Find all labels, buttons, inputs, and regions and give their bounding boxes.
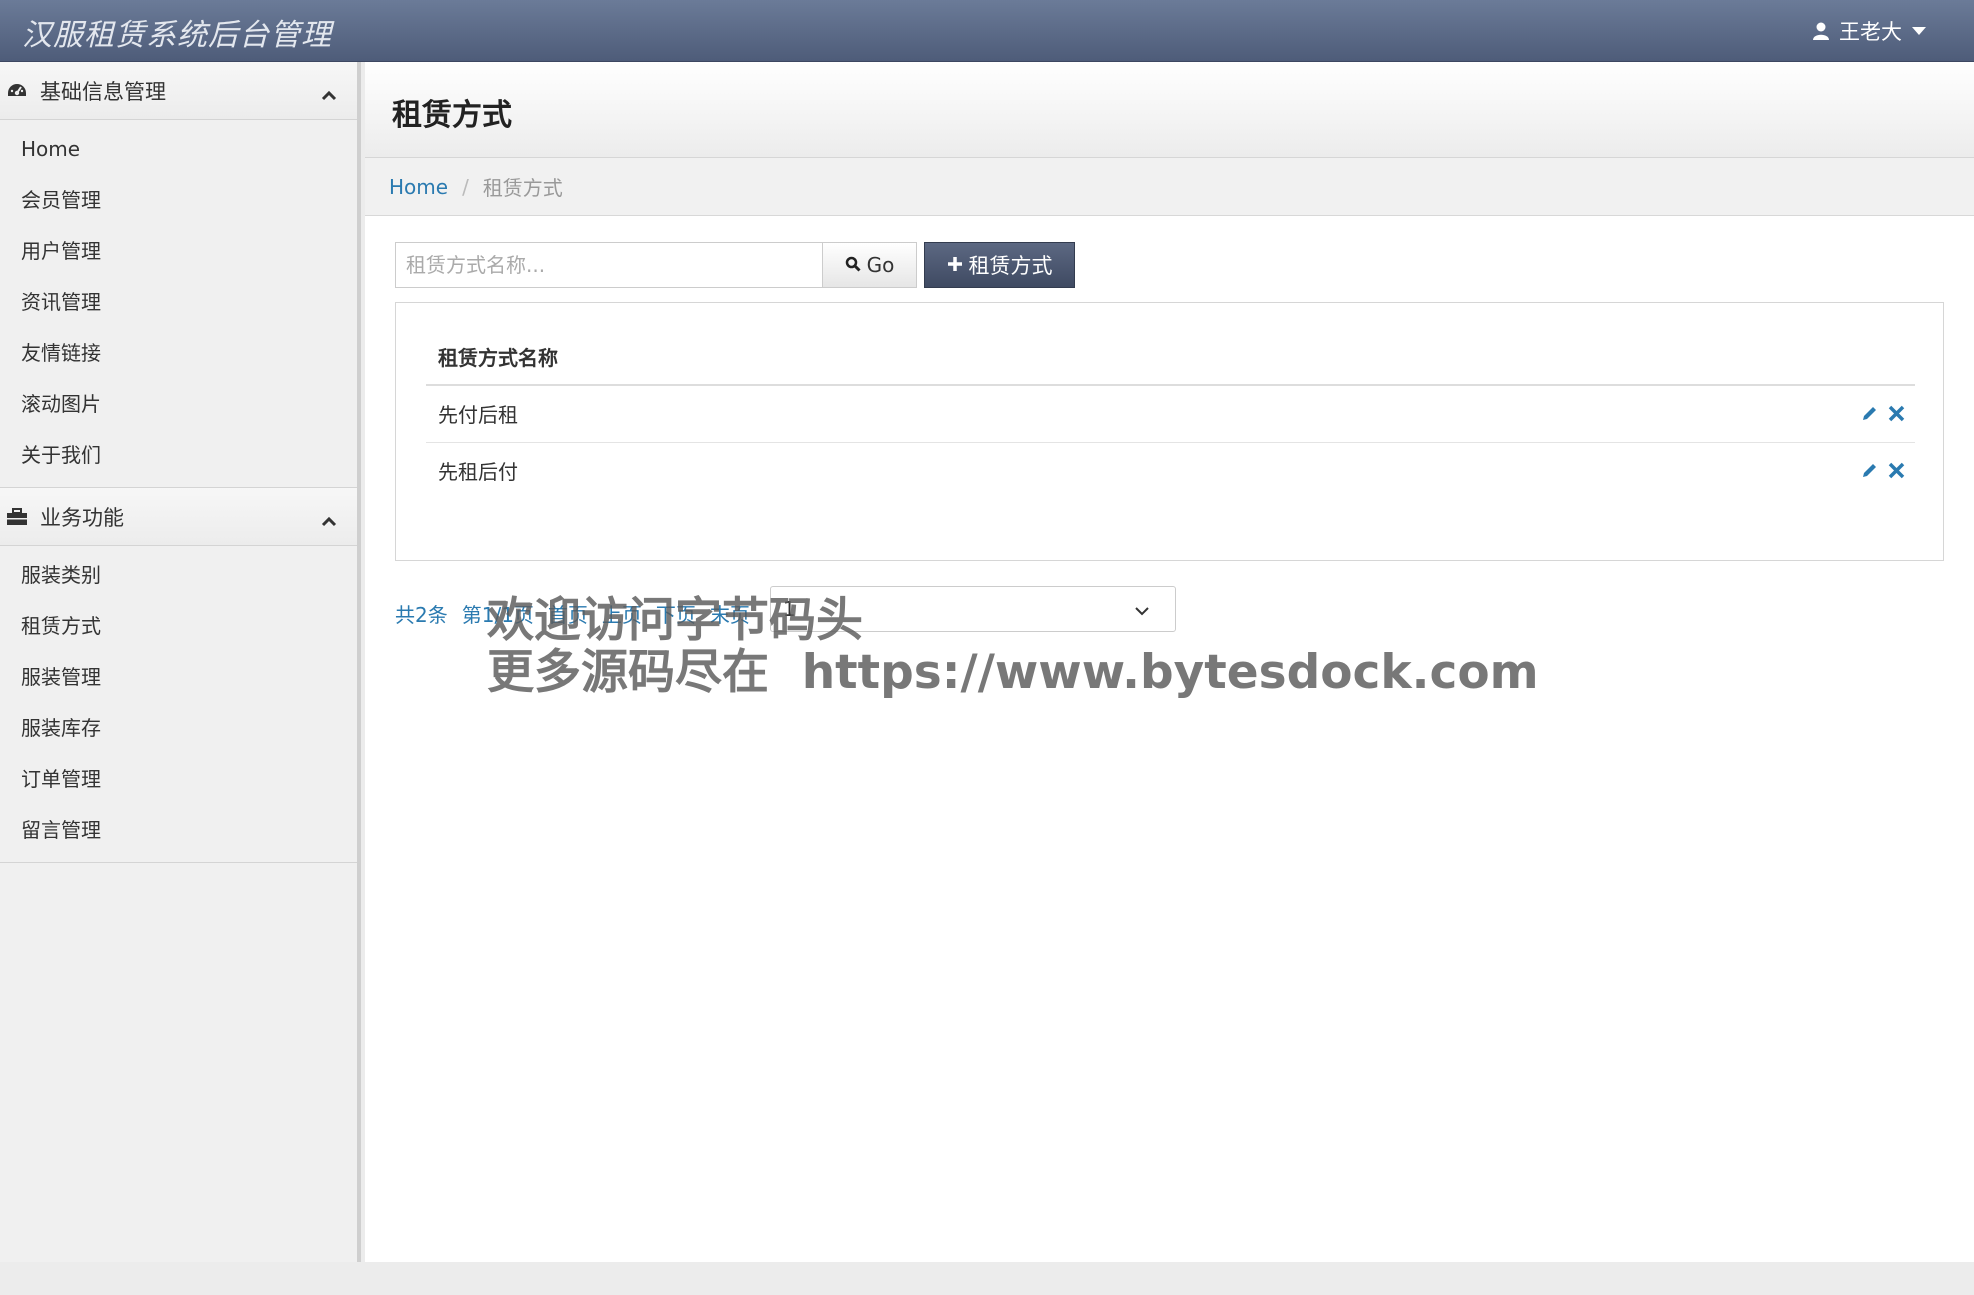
column-header-actions bbox=[1397, 328, 1915, 386]
breadcrumb-separator: / bbox=[462, 174, 469, 199]
table-row: 先租后付 bbox=[426, 442, 1915, 499]
sidebar-item-messages[interactable]: 留言管理 bbox=[0, 805, 357, 856]
sidebar-group-basic-info-items: Home 会员管理 用户管理 资讯管理 友情链接 滚动图片 关于我们 bbox=[0, 120, 357, 488]
sidebar-group-title: 业务功能 bbox=[40, 505, 124, 530]
sidebar-item-orders[interactable]: 订单管理 bbox=[0, 754, 357, 805]
row-name: 先付后租 bbox=[426, 385, 1398, 443]
sidebar-group-basic-info[interactable]: 基础信息管理 bbox=[0, 62, 357, 120]
rental-method-table: 租赁方式名称 先付后租 先租后付 bbox=[426, 328, 1915, 499]
row-actions bbox=[1397, 385, 1915, 443]
page-title: 租赁方式 bbox=[392, 98, 512, 133]
edit-icon[interactable] bbox=[1861, 403, 1878, 427]
row-actions bbox=[1397, 442, 1915, 499]
sidebar-group-title: 基础信息管理 bbox=[40, 79, 166, 104]
delete-icon[interactable] bbox=[1888, 460, 1905, 484]
sidebar-item-links[interactable]: 友情链接 bbox=[0, 328, 357, 379]
sidebar-item-members[interactable]: 会员管理 bbox=[0, 175, 357, 226]
search-toolbar: Go 租赁方式 bbox=[395, 242, 1075, 288]
search-icon bbox=[845, 253, 861, 277]
add-button-label: 租赁方式 bbox=[968, 254, 1053, 278]
search-go-button[interactable]: Go bbox=[822, 242, 917, 288]
sidebar-item-carousel[interactable]: 滚动图片 bbox=[0, 379, 357, 430]
user-icon bbox=[1813, 22, 1829, 40]
chevron-up-icon[interactable] bbox=[321, 82, 337, 106]
pager-page-info: 第1/1页 bbox=[461, 602, 534, 627]
table-panel: 租赁方式名称 先付后租 先租后付 bbox=[395, 302, 1944, 561]
chevron-down-icon bbox=[1135, 597, 1149, 621]
user-menu[interactable]: 王老大 bbox=[1813, 16, 1926, 46]
plus-icon bbox=[947, 253, 963, 277]
dashboard-icon bbox=[6, 80, 28, 102]
top-navbar: 汉服租赁系统后台管理 王老大 bbox=[0, 0, 1974, 62]
app-brand[interactable]: 汉服租赁系统后台管理 bbox=[22, 10, 332, 54]
bottom-strip bbox=[0, 1262, 1974, 1295]
pager-prev-link[interactable]: 上页 bbox=[602, 599, 642, 628]
page-select-value: 1 bbox=[782, 597, 796, 621]
edit-icon[interactable] bbox=[1861, 460, 1878, 484]
pager-next-link[interactable]: 下页 bbox=[656, 599, 696, 628]
sidebar-item-home[interactable]: Home bbox=[0, 124, 357, 175]
sidebar-item-clothing[interactable]: 服装管理 bbox=[0, 652, 357, 703]
pager-first-link[interactable]: 首页 bbox=[548, 599, 588, 628]
go-label: Go bbox=[866, 253, 895, 277]
sidebar-item-rental-method[interactable]: 租赁方式 bbox=[0, 601, 357, 652]
breadcrumb-current: 租赁方式 bbox=[482, 176, 563, 200]
user-name: 王老大 bbox=[1839, 20, 1902, 44]
sidebar-item-news[interactable]: 资讯管理 bbox=[0, 277, 357, 328]
column-header-name: 租赁方式名称 bbox=[426, 328, 1398, 386]
add-rental-method-button[interactable]: 租赁方式 bbox=[924, 242, 1075, 288]
page-header: 租赁方式 bbox=[365, 62, 1974, 158]
pagination: 共2条 第1/1页 首页 上页 下页 末页 1 bbox=[395, 586, 1176, 636]
delete-icon[interactable] bbox=[1888, 403, 1905, 427]
pager-total: 共2条 bbox=[395, 602, 448, 627]
search-input[interactable] bbox=[395, 242, 822, 288]
chevron-up-icon[interactable] bbox=[321, 508, 337, 532]
breadcrumb-home-link[interactable]: Home bbox=[389, 175, 448, 199]
table-row: 先付后租 bbox=[426, 385, 1915, 443]
sidebar-item-about[interactable]: 关于我们 bbox=[0, 430, 357, 481]
sidebar-group-business[interactable]: 业务功能 bbox=[0, 488, 357, 546]
table-header-row: 租赁方式名称 bbox=[426, 328, 1915, 386]
sidebar-group-business-items: 服装类别 租赁方式 服装管理 服装库存 订单管理 留言管理 bbox=[0, 546, 357, 863]
page-select[interactable]: 1 bbox=[769, 586, 1176, 632]
main-content: 租赁方式 Home / 租赁方式 Go 租赁方式 租赁方式名称 bbox=[365, 62, 1974, 1262]
sidebar-item-inventory[interactable]: 服装库存 bbox=[0, 703, 357, 754]
sidebar-item-users[interactable]: 用户管理 bbox=[0, 226, 357, 277]
briefcase-icon bbox=[6, 506, 28, 528]
breadcrumb: Home / 租赁方式 bbox=[365, 158, 1974, 216]
sidebar-item-clothing-category[interactable]: 服装类别 bbox=[0, 550, 357, 601]
pager-last-link[interactable]: 末页 bbox=[710, 599, 750, 628]
sidebar: 基础信息管理 Home 会员管理 用户管理 资讯管理 友情链接 滚动图片 关于我… bbox=[0, 62, 361, 1262]
caret-down-icon bbox=[1912, 27, 1926, 35]
row-name: 先租后付 bbox=[438, 460, 518, 485]
